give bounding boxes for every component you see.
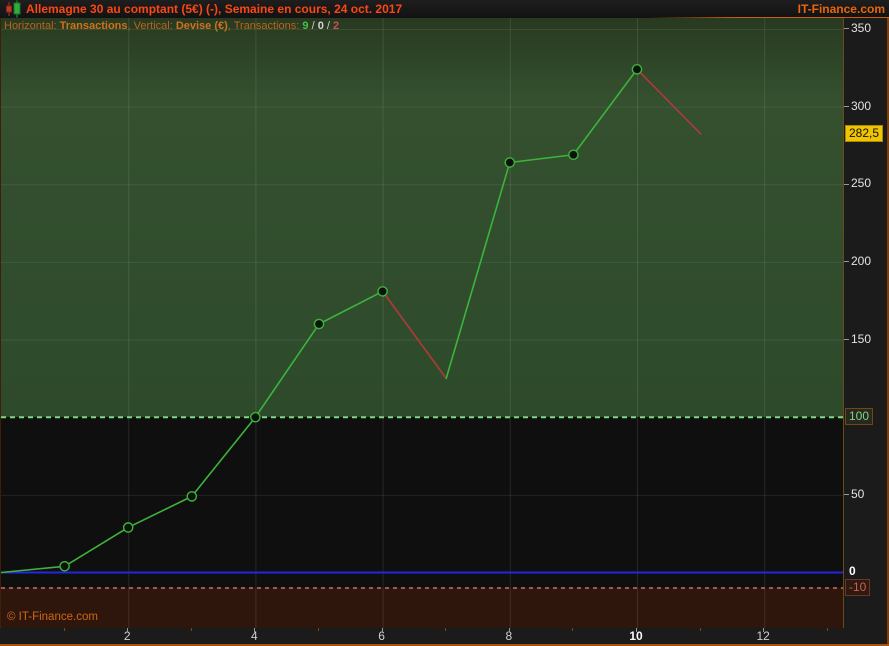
x-axis-tick	[381, 628, 383, 632]
x-axis-minor-tick	[445, 628, 447, 631]
y-axis-label: 200	[851, 253, 872, 268]
y-axis-label: 350	[851, 20, 872, 35]
x-axis-minor-tick	[826, 628, 828, 631]
y-axis-label: 50	[851, 486, 865, 501]
x-axis-minor-tick	[699, 628, 701, 631]
y-axis-label: 250	[851, 176, 872, 191]
y-axis-tick	[844, 494, 849, 496]
brand-link[interactable]: IT-Finance.com	[798, 2, 885, 16]
y-axis-zero-label: 0	[849, 563, 856, 578]
vertical-label: Vertical:	[133, 20, 176, 32]
candlestick-icon	[3, 0, 23, 18]
x-axis-minor-tick	[318, 628, 319, 631]
x-axis-minor-tick	[572, 628, 574, 631]
vertical-value: Devise (€)	[175, 20, 228, 32]
separator-slash: /	[308, 20, 318, 32]
y-axis-label: 300	[851, 98, 872, 113]
y-axis-tick	[844, 183, 849, 185]
y-axis-label: 150	[851, 331, 872, 346]
title-bar: Allemagne 30 au comptant (5€) (-), Semai…	[0, 0, 889, 18]
separator-slash: /	[323, 20, 333, 32]
y-axis-tick	[844, 106, 849, 108]
copyright-label: © IT-Finance.com	[7, 611, 98, 623]
x-axis-tick	[763, 628, 765, 632]
x-axis[interactable]: 2 4 6 8 10 12	[0, 628, 889, 644]
x-axis-tick	[636, 628, 637, 632]
current-value-badge: 282,5	[845, 124, 884, 142]
x-axis-tick	[508, 628, 510, 632]
y-axis-tick	[844, 28, 849, 30]
y-axis-tick	[844, 339, 849, 341]
horizontal-value: Transactions	[59, 20, 128, 32]
horizontal-label: Horizontal:	[4, 20, 60, 32]
x-axis-minor-tick	[190, 628, 192, 631]
chart-plot-area[interactable]: Horizontal: Transactions, Vertical: Devi…	[0, 18, 844, 628]
threshold-badge: 100	[845, 407, 874, 425]
chart-title: Allemagne 30 au comptant (5€) (-), Semai…	[26, 2, 403, 16]
y-axis[interactable]: 350 300 250 200 150 50 100 0 -10 282,5	[843, 18, 889, 628]
threshold-badge: -10	[845, 578, 871, 596]
x-axis-tick	[254, 628, 256, 632]
losing-transactions-count: 2	[333, 20, 340, 32]
trading-chart-window: Allemagne 30 au comptant (5€) (-), Semai…	[0, 0, 889, 646]
transactions-label: Transactions:	[233, 20, 303, 32]
chart-info-line: Horizontal: Transactions, Vertical: Devi…	[4, 20, 339, 32]
x-axis-tick	[127, 628, 129, 632]
y-axis-tick	[844, 261, 849, 263]
equity-curve-chart[interactable]	[1, 18, 844, 628]
x-axis-minor-tick	[63, 628, 65, 631]
